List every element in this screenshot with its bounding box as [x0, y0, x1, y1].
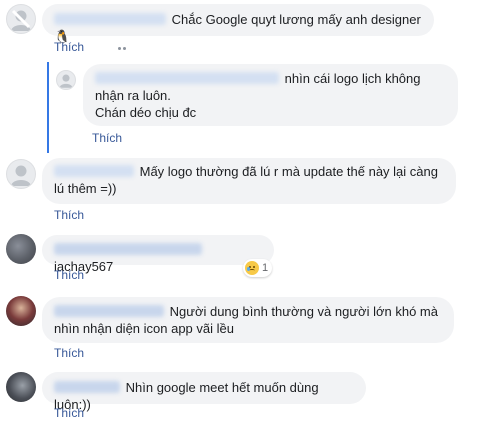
reply-thread-indicator — [47, 62, 49, 153]
like-link[interactable]: Thích — [54, 40, 84, 54]
avatar[interactable] — [6, 296, 36, 326]
commenter-name[interactable] — [54, 243, 202, 255]
more-dots-icon[interactable] — [118, 38, 132, 50]
comment-bubble: nhìn cái logo lịch không nhận ra luôn. C… — [83, 64, 458, 126]
comment-bubble: Mấy logo thường đã lú r mà update thế nà… — [42, 158, 456, 204]
comment-bubble: Nhìn google meet hết muốn dùng luôn:)) — [42, 372, 366, 412]
comment-text-line2: Chán déo chịu đc — [95, 105, 197, 120]
like-link[interactable]: Thích — [54, 406, 84, 420]
commenter-name[interactable] — [54, 165, 134, 177]
commenter-name[interactable] — [95, 72, 279, 84]
commenter-name[interactable] — [54, 13, 166, 25]
like-link[interactable]: Thích — [54, 346, 84, 360]
avatar[interactable] — [6, 234, 36, 264]
person-silhouette-icon — [11, 165, 31, 186]
commenter-name[interactable] — [54, 305, 164, 317]
commenter-name[interactable] — [54, 381, 120, 393]
like-link[interactable]: Thích — [92, 131, 122, 145]
avatar[interactable] — [56, 70, 76, 90]
comment-bubble: iachay567 — [42, 235, 274, 274]
sad-reaction-icon — [245, 261, 259, 275]
avatar[interactable] — [6, 4, 36, 34]
reaction-summary[interactable]: 1 — [243, 259, 273, 277]
comment-text: Chắc Google quyt lương mấy anh designer — [171, 12, 421, 27]
person-silhouette-icon — [11, 9, 31, 31]
avatar[interactable] — [6, 372, 36, 402]
avatar[interactable] — [6, 159, 36, 189]
comment-bubble: Chắc Google quyt lương mấy anh designer … — [42, 4, 434, 44]
person-silhouette-icon — [59, 74, 73, 88]
like-link[interactable]: Thích — [54, 268, 84, 282]
comment-bubble: Người dung bình thường và người lớn khó … — [42, 297, 454, 343]
like-link[interactable]: Thích — [54, 208, 84, 222]
reaction-count: 1 — [262, 262, 269, 274]
